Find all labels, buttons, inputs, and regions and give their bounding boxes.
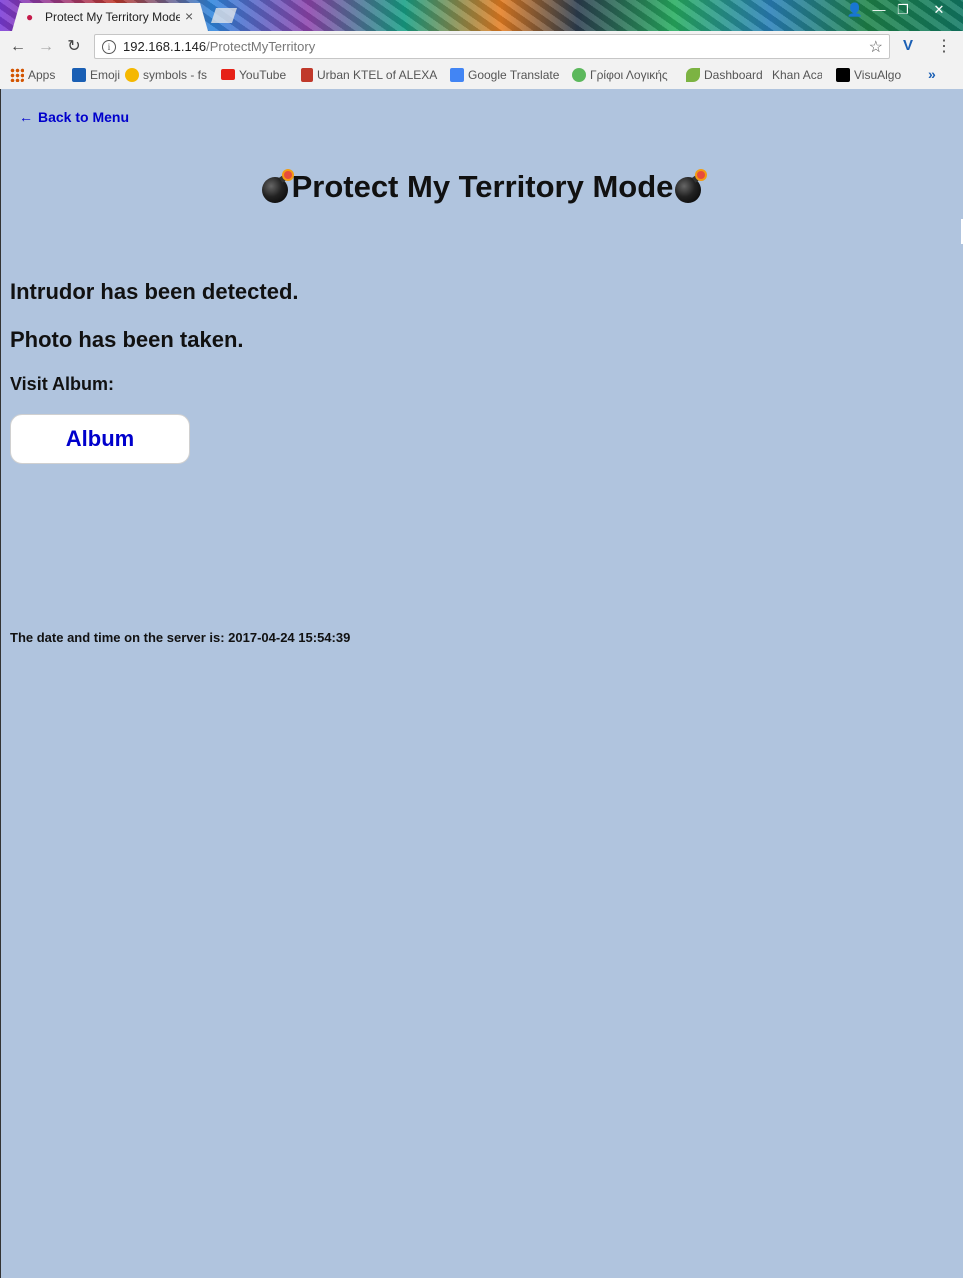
bomb-icon (260, 171, 292, 203)
ktel-icon (301, 68, 313, 82)
window-controls: 👤 — ❐ ✕ (843, 0, 963, 20)
browser-toolbar: ← → ↻ i 192.168.1.146/ProtectMyTerritory… (0, 31, 963, 63)
bookmark-grifoi[interactable]: Γρίφοι Λογικής (572, 68, 668, 82)
bookmark-label: Google Translate (468, 68, 560, 82)
bookmark-dashboard[interactable]: Dashboard (686, 68, 763, 82)
bookmark-label: Khan Aca (772, 68, 822, 82)
bookmark-khan[interactable]: Khan Aca (772, 68, 822, 82)
bookmark-emoji[interactable]: Emoji (72, 68, 120, 82)
bookmark-youtube[interactable]: YouTube (221, 68, 286, 82)
info-icon[interactable]: i (102, 40, 116, 54)
extension-icon[interactable]: V (903, 37, 913, 54)
leaf-icon (686, 68, 700, 82)
forward-arrow-icon[interactable]: → (36, 37, 56, 57)
visit-album-label: Visit Album: (10, 374, 115, 394)
back-to-menu-link[interactable]: ← Back to Menu (19, 109, 129, 125)
intruder-message: Intrudor has been detected. (10, 279, 299, 304)
browser-menu-icon[interactable]: ⋮ (936, 36, 952, 56)
address-bar[interactable]: i 192.168.1.146/ProtectMyTerritory ☆ (94, 34, 890, 59)
bookmark-label: Emoji (90, 68, 121, 82)
tab-close-icon[interactable]: × (185, 8, 193, 24)
youtube-icon (221, 69, 235, 80)
browser-tab[interactable]: ● Protect My Territory Mode × (12, 3, 208, 31)
minimize-button[interactable]: — (867, 0, 891, 20)
page-content: ← Back to Menu Protect My Territory Mode … (0, 89, 963, 1278)
profile-icon[interactable]: 👤 (843, 0, 867, 20)
url-path: /ProtectMyTerritory (206, 39, 316, 54)
bookmark-label: Urban KTEL of ALEXA (317, 68, 438, 82)
url-text[interactable]: 192.168.1.146/ProtectMyTerritory (123, 39, 315, 54)
page-title-text: Protect My Territory Mode (291, 169, 674, 204)
bookmarks-bar: Apps Emoji symbols - fs YouTube Urban KT… (0, 63, 963, 89)
puzzle-icon (572, 68, 586, 82)
restore-button[interactable]: ❐ (891, 0, 915, 20)
bookmarks-overflow-icon[interactable]: » (928, 66, 936, 82)
bomb-icon (673, 171, 706, 203)
bookmark-google-translate[interactable]: Google Translate (450, 68, 559, 82)
reload-icon[interactable]: ↻ (64, 37, 84, 57)
bookmark-ktel[interactable]: Urban KTEL of ALEXA (301, 68, 437, 82)
album-button[interactable]: Album (10, 414, 190, 464)
server-time: The date and time on the server is: 2017… (10, 630, 351, 645)
url-host: 192.168.1.146 (123, 39, 207, 54)
bookmark-apps[interactable]: Apps (10, 68, 55, 82)
bookmark-symbols[interactable]: symbols - fs (125, 68, 207, 82)
bookmark-label: VisuAlgo (854, 68, 902, 82)
title-row: Protect My Territory Mode (1, 169, 963, 205)
photo-message: Photo has been taken. (10, 327, 244, 352)
back-arrow-icon[interactable]: ← (8, 37, 28, 57)
visualgo-icon (836, 68, 850, 82)
close-window-button[interactable]: ✕ (915, 0, 963, 20)
bookmark-label: Apps (28, 68, 56, 82)
back-link-label: Back to Menu (38, 109, 130, 125)
bookmark-star-icon[interactable]: ☆ (869, 37, 883, 57)
apps-grid-icon (10, 68, 24, 82)
bookmark-visualgo[interactable]: VisuAlgo (836, 68, 901, 82)
bookmark-label: YouTube (239, 68, 287, 82)
arrow-left-icon: ← (19, 109, 33, 125)
heart-icon (72, 68, 86, 82)
tab-title: Protect My Territory Mode (45, 10, 180, 24)
bookmark-label: Dashboard (704, 68, 763, 82)
bookmark-label: Γρίφοι Λογικής (590, 68, 668, 82)
smiley-icon (125, 68, 139, 82)
raspberry-icon: ● (26, 10, 34, 24)
page-title: Protect My Territory Mode (260, 169, 706, 205)
translate-icon (450, 68, 464, 82)
bookmark-label: symbols - fs (143, 68, 208, 82)
